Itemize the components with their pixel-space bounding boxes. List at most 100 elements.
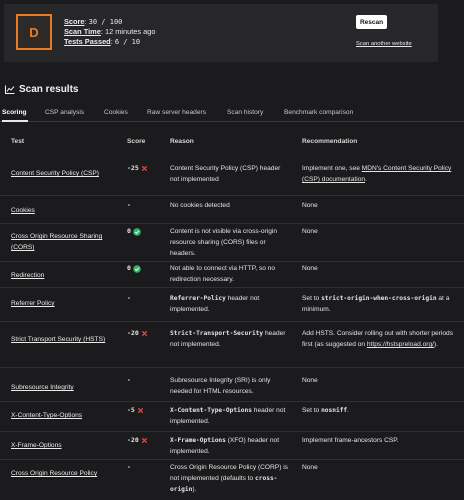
score-value: 0 <box>127 264 131 272</box>
table-row: X-Content-Type-Options -5 X-Content-Type… <box>0 402 464 432</box>
recommendation-text: Set to nosniff. <box>302 405 460 416</box>
table-row: Strict Transport Security (HSTS) -20 Str… <box>0 322 464 368</box>
table-row: X-Frame-Options -20 X-Frame-Options (XFO… <box>0 432 464 460</box>
test-link[interactable]: Referrer Policy <box>11 298 55 309</box>
score-cell: -25 <box>127 163 148 174</box>
table-row: Content Security Policy (CSP) -25 Conten… <box>0 160 464 196</box>
reason-text: Not able to connect via HTTP, so no redi… <box>170 265 276 283</box>
test-link[interactable]: X-Content-Type-Options <box>11 410 82 421</box>
tests-passed-label: Tests Passed <box>64 37 111 47</box>
test-link[interactable]: Redirection <box>11 270 44 281</box>
header-name-code: Referrer-Policy <box>170 295 226 302</box>
reason-text: Subresource Integrity (SRI) is only need… <box>170 377 271 395</box>
table-row: Subresource Integrity - Subresource Inte… <box>0 368 464 402</box>
header-name-code: X-Frame-Options <box>170 437 226 444</box>
reason-text: X-Frame-Options (XFO) header not impleme… <box>170 435 290 457</box>
rec-suffix: . <box>347 407 349 414</box>
score-cell: -20 <box>127 435 148 446</box>
score-label: Score <box>64 17 85 26</box>
tab-benchmark-comparison[interactable]: Benchmark comparison <box>284 109 353 116</box>
tab-cookies[interactable]: Cookies <box>104 109 128 116</box>
reason-text: Content Security Policy (CSP) header not… <box>170 165 281 183</box>
test-link[interactable]: X-Frame-Options <box>11 440 62 451</box>
score-cell: -20 <box>127 328 148 339</box>
grade-badge: D <box>16 14 52 50</box>
reason-text: No cookies detected <box>170 202 230 209</box>
rec-code: nosniff <box>321 407 348 414</box>
reason-suffix: ). <box>192 486 197 493</box>
tests-passed-value: 6 / 10 <box>114 38 141 47</box>
test-link[interactable]: Cross Origin Resource Sharing (CORS) <box>11 231 123 253</box>
grade-letter: D <box>29 24 39 40</box>
tests-passed-line: Tests Passed: 6 / 10 <box>64 37 141 47</box>
scan-results-heading: Scan results <box>5 84 78 95</box>
fail-x-icon <box>141 165 147 172</box>
table-row: Cross Origin Resource Sharing (CORS) 0 C… <box>0 224 464 262</box>
header-name-code: Strict-Transport-Security <box>170 330 264 337</box>
reason-text: Content is not visible via cross-origin … <box>170 228 278 257</box>
reason-text: Referrer-Policy header not implemented. <box>170 293 290 315</box>
recommendation-text: None <box>302 228 318 235</box>
header-score: Score <box>127 138 146 145</box>
score-cell: - <box>127 293 131 304</box>
header-reason: Reason <box>170 138 194 145</box>
test-link[interactable]: Content Security Policy (CSP) <box>11 168 99 179</box>
scan-summary-card: D Score: 30 / 100 Scan Time: 12 minutes … <box>4 4 438 62</box>
score-cell: -5 <box>127 405 144 416</box>
score-value: - <box>127 376 131 384</box>
recommendation-text: None <box>302 265 318 272</box>
recommendation-text: Set to strict-origin-when-cross-origin a… <box>302 293 460 315</box>
summary-stats: Score: 30 / 100 Scan Time: 12 minutes ag… <box>64 17 156 48</box>
pass-check-icon <box>133 264 141 273</box>
recommendation-text: Implement one, see MDN's Content Securit… <box>302 163 460 185</box>
bar-chart-icon <box>5 85 15 94</box>
table-row: Redirection 0 Not able to connect via HT… <box>0 262 464 288</box>
table-row: Referrer Policy - Referrer-Policy header… <box>0 288 464 322</box>
table-row: Cookies - No cookies detected None <box>0 196 464 224</box>
header-recommendation: Recommendation <box>302 138 358 145</box>
reason-text: Cross Origin Resource Policy (CORP) is n… <box>170 462 290 495</box>
score-value: 30 / 100 <box>88 18 123 26</box>
score-cell: 0 <box>127 263 141 274</box>
score-value: -20 <box>127 436 139 444</box>
rescan-button[interactable]: Rescan <box>356 15 387 29</box>
pass-check-icon <box>133 227 141 236</box>
score-cell: 0 <box>127 226 141 237</box>
header-test: Test <box>11 138 25 145</box>
scan-time-label: Scan Time <box>64 27 101 37</box>
rec-suffix: . <box>365 176 367 183</box>
rec-prefix: Implement one, see <box>302 165 362 172</box>
tab-scoring[interactable]: Scoring <box>2 109 27 116</box>
recommendation-text: Implement frame-ancestors CSP. <box>302 437 399 444</box>
recommendation-text: None <box>302 464 318 471</box>
rec-prefix: Set to <box>302 295 322 302</box>
test-link[interactable]: Strict Transport Security (HSTS) <box>11 334 123 345</box>
rec-code: strict-origin-when-cross-origin <box>321 295 437 302</box>
scan-results-title: Scan results <box>19 84 79 95</box>
recommendation-text: None <box>302 377 318 384</box>
score-value: - <box>127 294 131 302</box>
fail-x-icon <box>141 330 147 337</box>
scan-time-value: 12 minutes ago <box>104 27 156 37</box>
fail-x-icon <box>141 437 147 444</box>
score-cell: - <box>127 375 131 386</box>
tab-scan-history[interactable]: Scan history <box>227 109 263 116</box>
fail-x-icon <box>137 407 144 414</box>
test-link[interactable]: Cross Origin Resource Policy <box>11 468 97 479</box>
active-tab-indicator <box>2 120 28 122</box>
recommendation-text: Add HSTS. Consider rolling out with shor… <box>302 328 460 350</box>
recommendation-text: None <box>302 202 318 209</box>
score-line: Score: 30 / 100 <box>64 17 123 26</box>
hstspreload-link[interactable]: https://hstspreload.org/ <box>367 341 434 348</box>
tab-csp-analysis[interactable]: CSP analysis <box>45 109 84 116</box>
score-value: - <box>127 201 131 209</box>
score-cell: - <box>127 200 131 211</box>
rec-prefix: Set to <box>302 407 322 414</box>
tab-raw-server-headers[interactable]: Raw server headers <box>147 109 206 116</box>
scan-another-website-link[interactable]: Scan another website <box>356 41 412 47</box>
results-tabs: Scoring CSP analysis Cookies Raw server … <box>0 104 464 122</box>
test-link[interactable]: Subresource Integrity <box>11 382 74 393</box>
test-link[interactable]: Cookies <box>11 205 35 216</box>
score-value: -20 <box>127 329 139 337</box>
score-value: -5 <box>127 406 135 414</box>
